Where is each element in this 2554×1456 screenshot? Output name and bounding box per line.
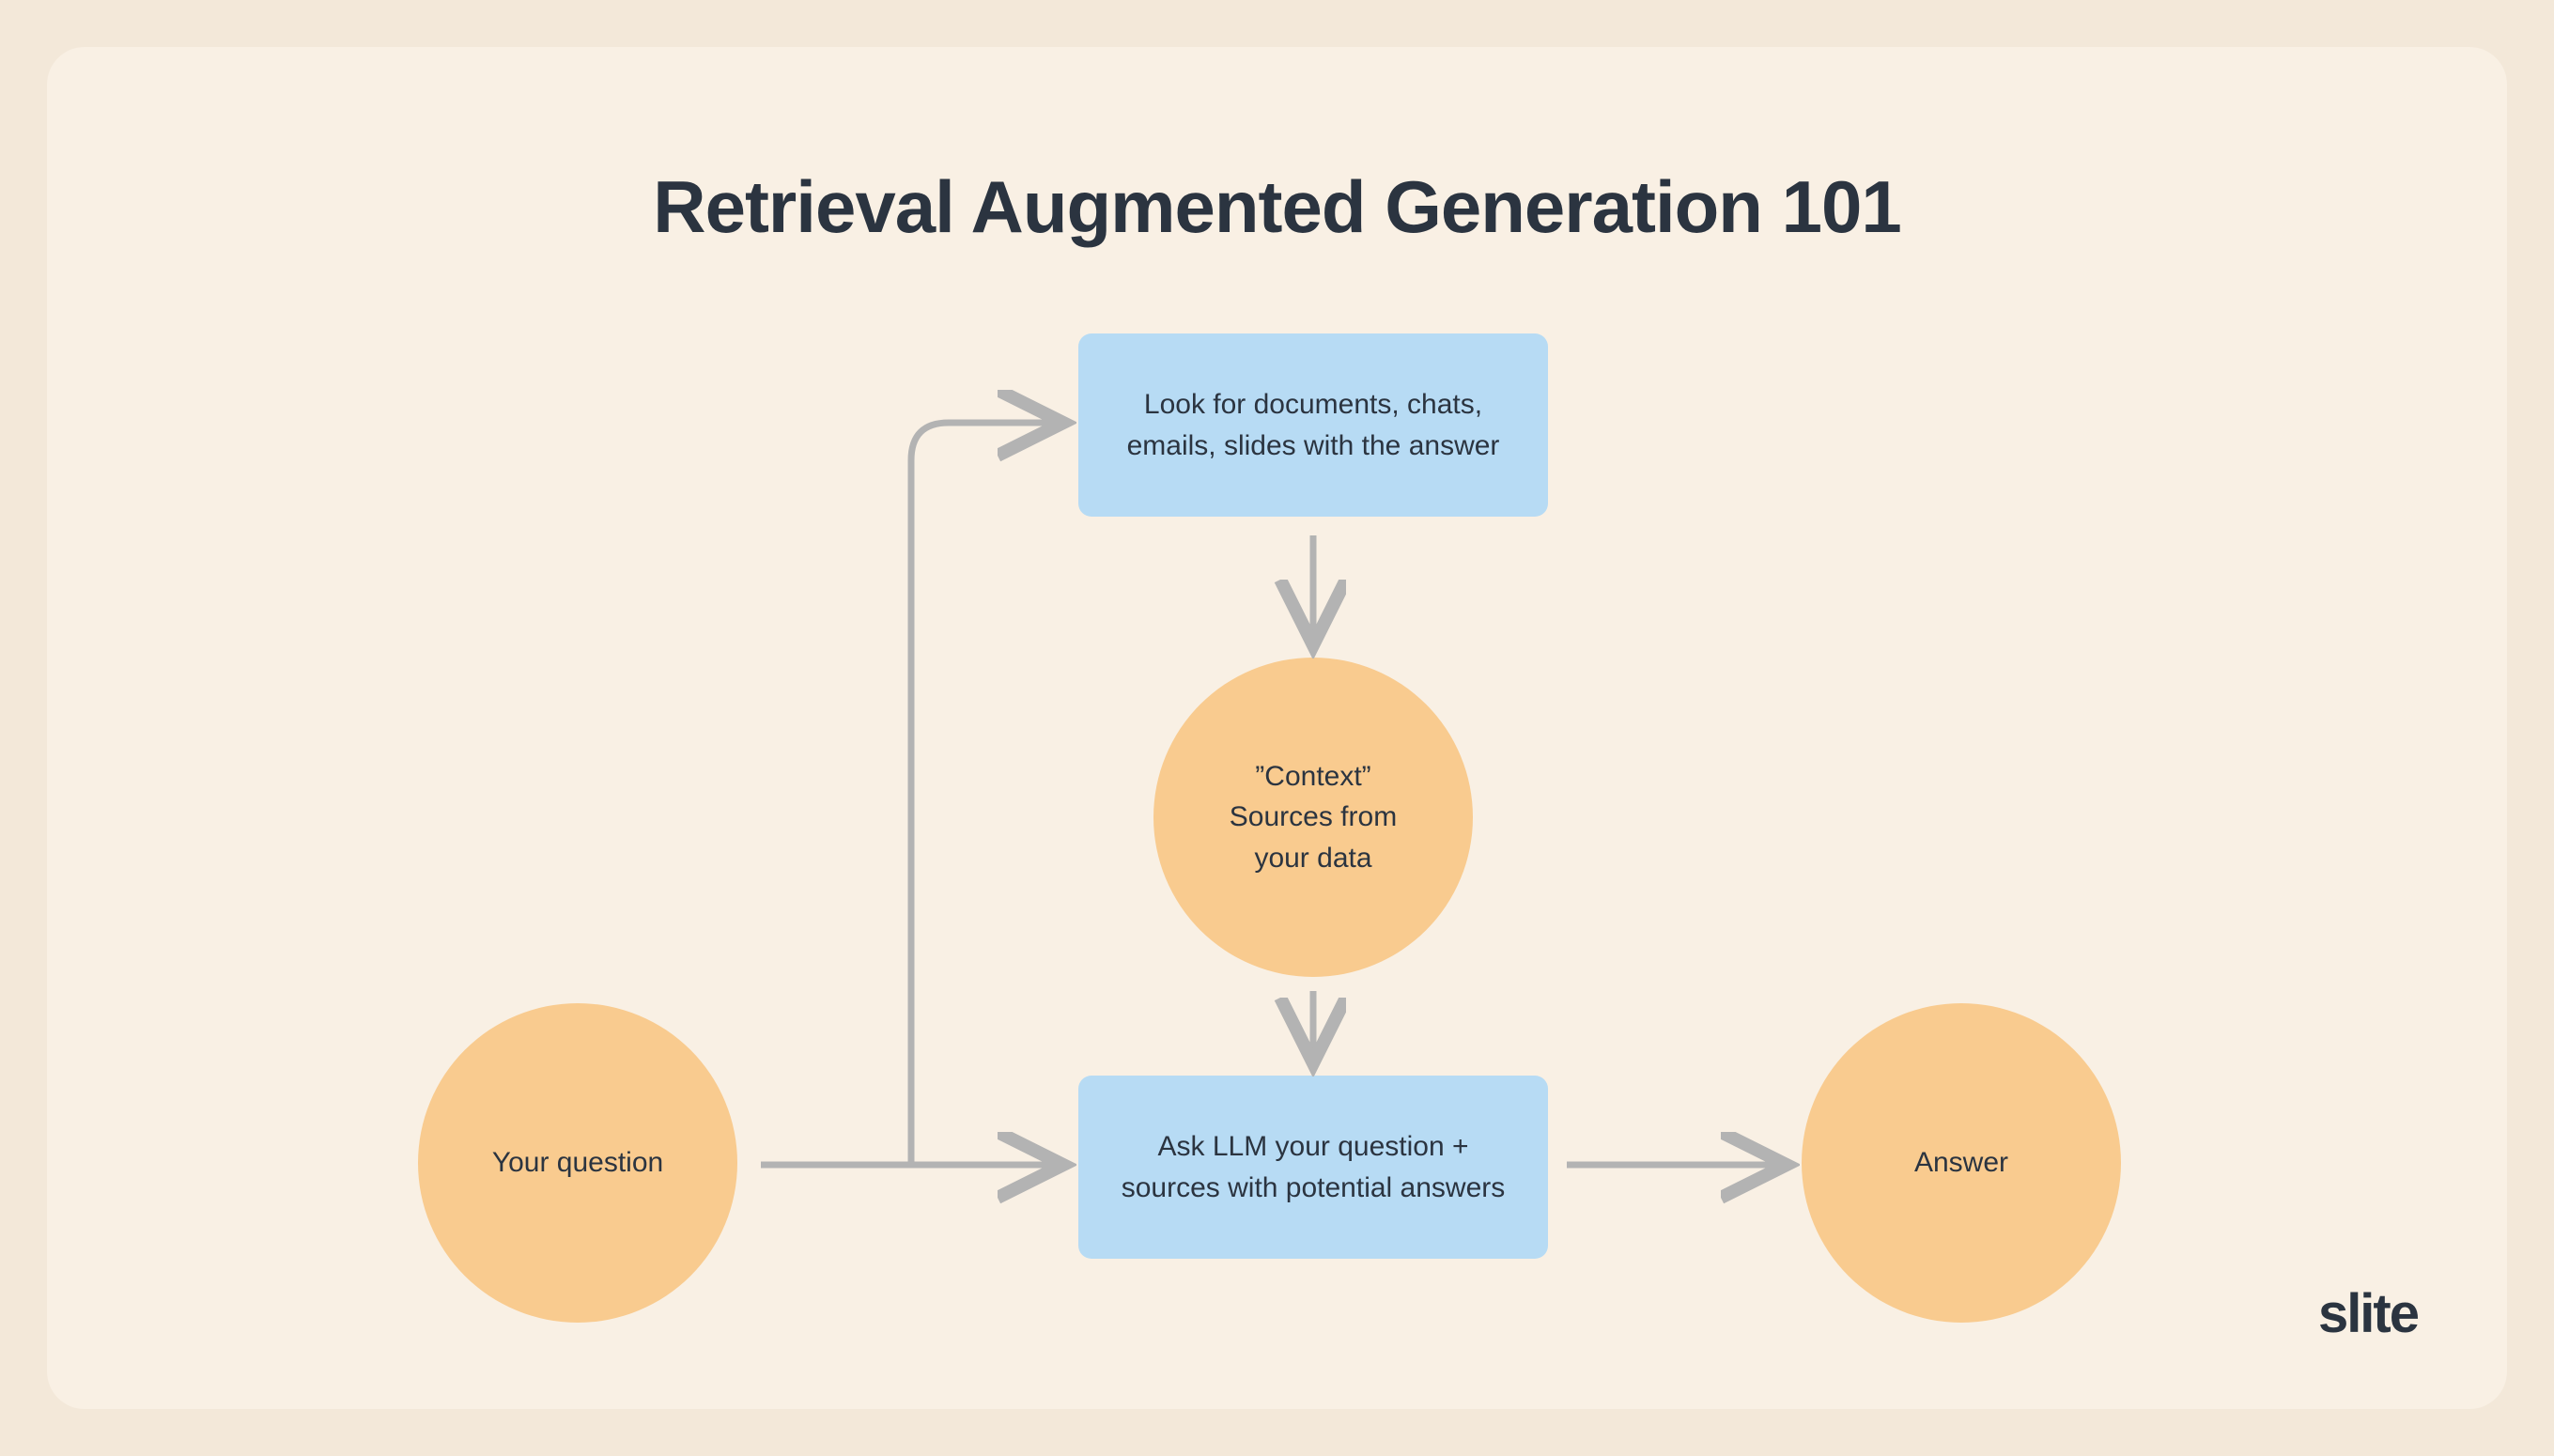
- node-context-sources: ”Context” Sources from your data: [1153, 658, 1473, 977]
- node-label: ”Context” Sources from your data: [1230, 756, 1397, 879]
- node-lookup-documents: Look for documents, chats, emails, slide…: [1078, 333, 1548, 517]
- node-label: Your question: [492, 1142, 663, 1184]
- diagram-title: Retrieval Augmented Generation 101: [47, 164, 2507, 250]
- node-label: Ask LLM your question + sources with pot…: [1116, 1126, 1510, 1208]
- diagram-panel: Retrieval Augmented Generation 101 Your …: [47, 47, 2507, 1409]
- brand-logo: slite: [2318, 1282, 2418, 1345]
- node-answer: Answer: [1802, 1003, 2121, 1323]
- arrow-question-to-lookup: [911, 423, 1057, 1165]
- node-label: Look for documents, chats, emails, slide…: [1116, 384, 1510, 466]
- node-your-question: Your question: [418, 1003, 737, 1323]
- node-ask-llm: Ask LLM your question + sources with pot…: [1078, 1076, 1548, 1259]
- node-label: Answer: [1914, 1142, 2008, 1184]
